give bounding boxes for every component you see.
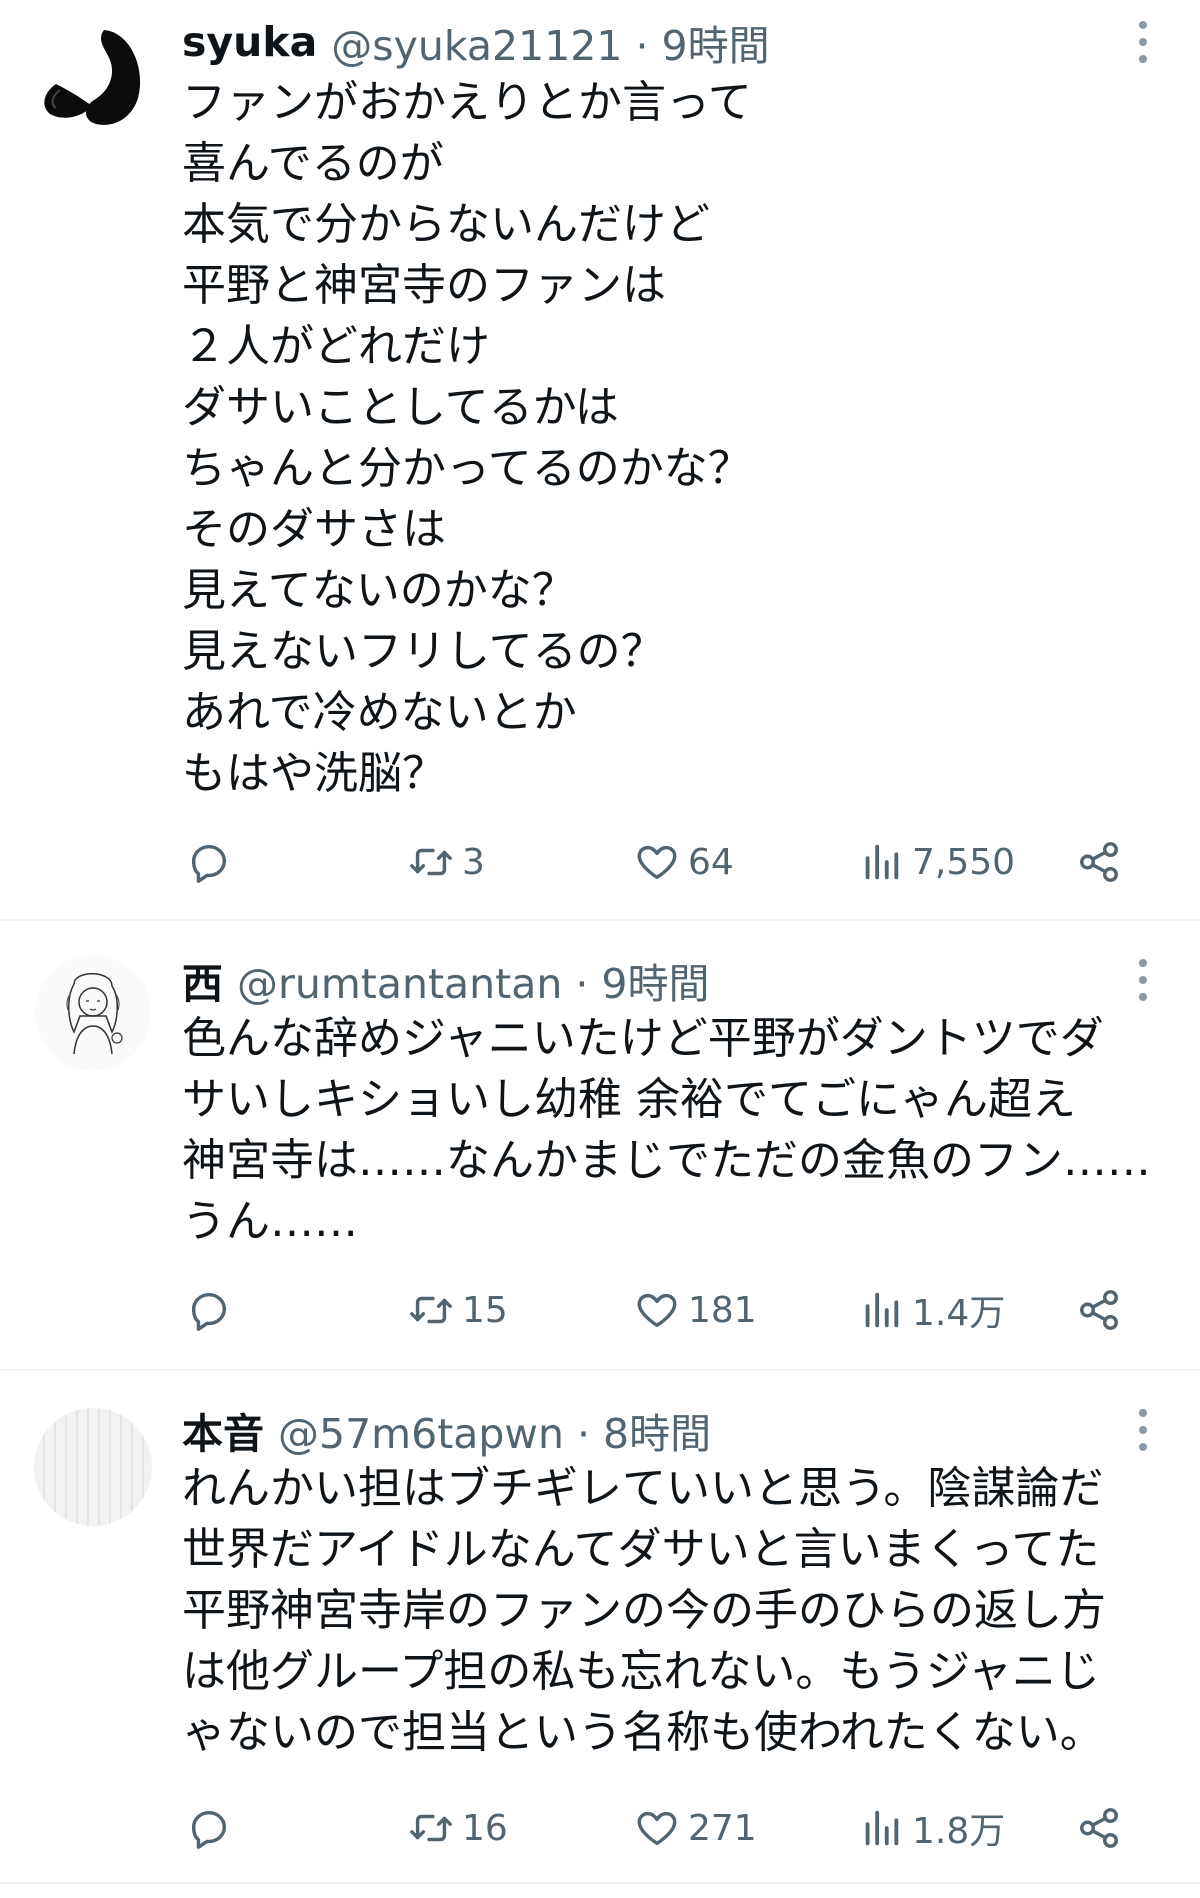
divider [0,1369,1200,1371]
retweet-count: 15 [462,1289,508,1331]
more-icon[interactable] [1118,1400,1168,1460]
text-line: 見えないフリしてるの？ [182,626,665,677]
text-line: ゃないので担当という名称も使われたくない。 [182,1707,1104,1758]
retweet-count: 3 [462,841,485,883]
like-count: 181 [688,1289,757,1331]
reply-button[interactable] [186,832,232,892]
avatar[interactable] [34,1408,152,1526]
tweet[interactable]: 本音 @57m6tapwn · 8時間 れんかい担はブチギレていいと思う。陰謀論… [0,1372,1200,1882]
text-line: は他グループ担の私も忘れない。もうジャニじ [182,1646,1100,1697]
views-count: 1.4万 [912,1293,1006,1334]
share-icon [1080,842,1118,882]
text-line: ちゃんと分かってるのかな？ [182,443,752,494]
text-line: 見えてないのかな？ [182,565,576,616]
action-bar: 16 271 1.8万 [182,1798,1182,1858]
display-name[interactable]: syuka [182,18,317,66]
action-bar: 3 64 7,550 [182,832,1182,892]
action-bar: 15 181 1.4万 [182,1280,1182,1340]
text-line: 世界だアイドルなんてダサいと言いまくってた [182,1524,1100,1575]
reply-button[interactable] [186,1280,232,1340]
text-line: あれで冷めないとか [182,687,577,738]
display-name[interactable]: 西 [182,950,223,1010]
text-line: 色んな辞めジャニいたけど平野がダントツでダ [182,1013,1104,1064]
text-line: うん…… [182,1196,358,1247]
handle-time[interactable]: @57m6tapwn · 8時間 [278,1400,711,1460]
share-button[interactable] [1076,1798,1122,1858]
text-line: もはや洗脳？ [182,748,446,799]
reply-icon [191,1292,227,1331]
views-icon [865,1810,899,1846]
handle-time[interactable]: @syuka21121 · 9時間 [331,12,769,72]
text-line: 喜んでるのが [182,138,444,189]
tweet[interactable]: 西 @rumtantantan · 9時間 色んな辞めジャニいたけど平野がダント… [0,922,1200,1370]
heart-icon [637,1811,677,1846]
text-line: 神宮寺は……なんかまじでただの金魚のフン…… [182,1135,1151,1186]
avatar[interactable] [34,20,152,138]
views-button[interactable]: 1.4万 [858,1280,1005,1340]
like-button[interactable]: 271 [634,1798,757,1858]
reply-icon [191,1810,227,1849]
tweet-text: れんかい担はブチギレていいと思う。陰謀論だ 世界だアイドルなんてダサいと言いまく… [182,1458,1172,1763]
retweet-button[interactable]: 15 [408,1280,508,1340]
text-line: そのダサさは [182,504,446,555]
like-button[interactable]: 181 [634,1280,757,1340]
tweet[interactable]: syuka @syuka21121 · 9時間 ファンがおかえりとか言って 喜ん… [0,0,1200,920]
text-line: サいしキショいし幼稚 余裕でてごにゃん超え [182,1074,1076,1125]
more-icon[interactable] [1118,12,1168,72]
handle-time[interactable]: @rumtantantan · 9時間 [237,950,710,1010]
views-count: 7,550 [912,841,1016,883]
share-icon [1080,1290,1118,1330]
views-icon [865,844,899,880]
views-icon [865,1292,899,1328]
share-icon [1080,1808,1118,1848]
text-line: 本気で分からないんだけど [182,199,710,250]
retweet-icon [410,848,452,876]
like-count: 64 [688,841,734,883]
views-button[interactable]: 7,550 [858,832,1015,892]
tweet-header: 本音 @57m6tapwn · 8時間 [182,1402,711,1458]
text-line: 平野と神宮寺のファンは [182,260,666,311]
text-line: ファンがおかえりとか言って [182,77,752,128]
views-button[interactable]: 1.8万 [858,1798,1005,1858]
reply-icon [191,844,227,883]
retweet-icon [410,1814,452,1842]
display-name[interactable]: 本音 [182,1400,264,1460]
tweet-text: 色んな辞めジャニいたけど平野がダントツでダ サいしキショいし幼稚 余裕でてごにゃ… [182,1008,1172,1252]
retweet-count: 16 [462,1807,508,1849]
views-count: 1.8万 [912,1811,1006,1852]
avatar[interactable] [34,954,152,1072]
text-line: ２人がどれだけ [182,321,490,372]
retweet-button[interactable]: 16 [408,1798,508,1858]
text-line: 平野神宮寺岸のファンの今の手のひらの返し方 [182,1585,1106,1636]
more-icon[interactable] [1118,950,1168,1010]
divider [0,919,1200,921]
tweet-header: syuka @syuka21121 · 9時間 [182,14,770,70]
like-button[interactable]: 64 [634,832,734,892]
text-line: ダサいことしてるかは [182,382,619,433]
like-count: 271 [688,1807,757,1849]
tweet-text: ファンがおかえりとか言って 喜んでるのが 本気で分からないんだけど 平野と神宮寺… [182,72,1172,804]
text-line: れんかい担はブチギレていいと思う。陰謀論だ [182,1463,1104,1514]
reply-button[interactable] [186,1798,232,1858]
heart-icon [637,845,677,880]
divider [0,1882,1200,1884]
share-button[interactable] [1076,832,1122,892]
retweet-icon [410,1296,452,1324]
share-button[interactable] [1076,1280,1122,1340]
tweet-header: 西 @rumtantantan · 9時間 [182,952,710,1008]
retweet-button[interactable]: 3 [408,832,485,892]
heart-icon [637,1293,677,1328]
